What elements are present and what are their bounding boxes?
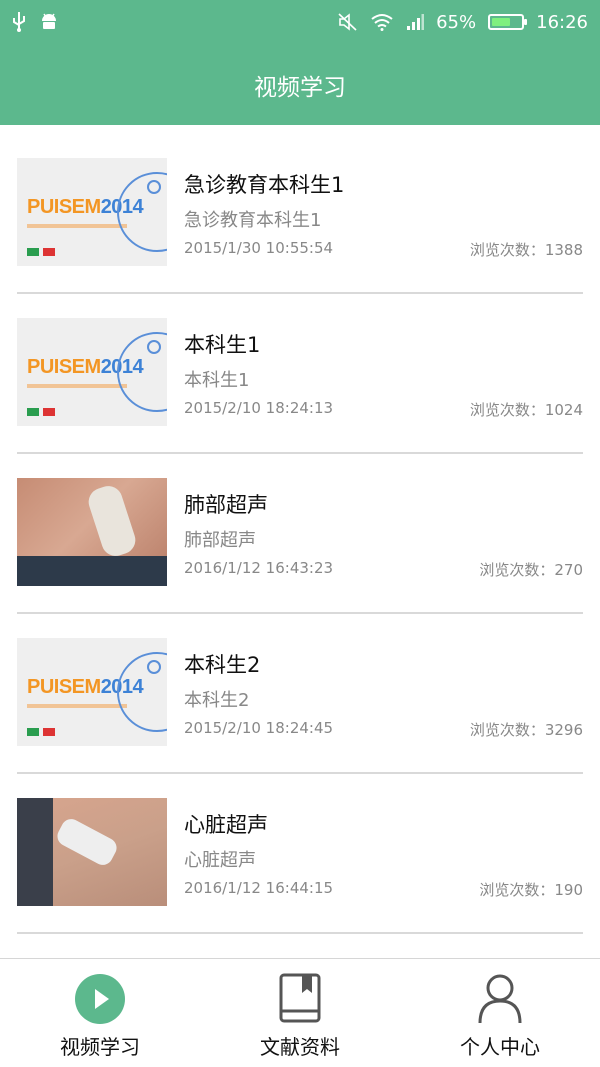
- video-title: 急诊教育本科生1: [184, 173, 345, 197]
- mute-icon: [338, 13, 358, 31]
- video-list-item[interactable]: PUISEM2014 急诊教育本科生1 急诊教育本科生1 2015/1/30 10:5…: [0, 125, 600, 294]
- bottom-tab-bar: 视频学习 文献资料 个人中心: [0, 958, 600, 1067]
- book-icon: [274, 973, 326, 1025]
- tab-label: 视频学习: [60, 1035, 140, 1059]
- battery-percent: 65%: [436, 11, 477, 33]
- video-thumbnail[interactable]: PUISEM2014: [17, 318, 167, 426]
- video-list[interactable]: PUISEM2014 急诊教育本科生1 急诊教育本科生1 2015/1/30 10:5…: [0, 125, 600, 958]
- video-subtitle: 急诊教育本科生1: [184, 210, 322, 231]
- video-list-item[interactable]: PUISEM2014 本科生2 本科生2 2015/2/10 18:24:45 浏览次数…: [0, 605, 600, 774]
- tab-personal-center[interactable]: 个人中心: [400, 959, 600, 1067]
- video-subtitle: 本科生1: [184, 370, 250, 391]
- person-icon: [474, 973, 526, 1025]
- video-view-count: 浏览次数：3296: [469, 721, 583, 739]
- video-thumbnail[interactable]: [17, 798, 167, 906]
- video-list-item[interactable]: PUISEM2014 本科生1 本科生1 2015/2/10 18:24:13 浏览次数…: [0, 285, 600, 454]
- thumbnail-subtitle-line: [27, 704, 127, 708]
- video-title: 肺部超声: [184, 493, 268, 517]
- app-header: 视频学习: [0, 44, 600, 125]
- video-view-count: 浏览次数：1024: [469, 401, 583, 419]
- video-view-count: 浏览次数：1388: [469, 241, 583, 259]
- tab-label: 个人中心: [460, 1035, 540, 1059]
- video-subtitle: 肺部超声: [184, 530, 256, 551]
- thumbnail-dot: [147, 180, 161, 194]
- video-title: 本科生2: [184, 653, 261, 677]
- thumbnail-logos: [27, 408, 67, 416]
- thumbnail-dot: [147, 660, 161, 674]
- thumbnail-subtitle-line: [27, 224, 127, 228]
- clock: 16:26: [536, 11, 588, 33]
- signal-icon: [406, 13, 425, 31]
- video-view-count: 浏览次数：270: [479, 561, 583, 579]
- battery-icon: [488, 14, 528, 30]
- divider: [17, 932, 583, 934]
- thumbnail-subtitle-line: [27, 384, 127, 388]
- usb-icon: [12, 12, 26, 32]
- video-thumbnail[interactable]: [17, 478, 167, 586]
- video-subtitle: 心脏超声: [184, 850, 256, 871]
- tab-label: 文献资料: [260, 1035, 340, 1059]
- video-timestamp: 2015/1/30 10:55:54: [184, 239, 334, 257]
- thumbnail-dot: [147, 340, 161, 354]
- video-view-count: 浏览次数：190: [479, 881, 583, 899]
- page-title: 视频学习: [254, 74, 346, 101]
- video-timestamp: 2016/1/12 16:43:23: [184, 559, 334, 577]
- tab-literature[interactable]: 文献资料: [200, 959, 400, 1067]
- status-bar: 65% 16:26: [0, 0, 600, 44]
- thumbnail-logos: [27, 248, 67, 256]
- video-timestamp: 2016/1/12 16:44:15: [184, 879, 334, 897]
- video-title: 心脏超声: [184, 813, 268, 837]
- video-subtitle: 本科生2: [184, 690, 250, 711]
- video-timestamp: 2015/2/10 18:24:13: [184, 399, 334, 417]
- android-icon: [40, 12, 58, 32]
- play-icon: [74, 973, 126, 1025]
- tab-video-learning[interactable]: 视频学习: [0, 959, 200, 1067]
- video-thumbnail[interactable]: PUISEM2014: [17, 158, 167, 266]
- video-list-item[interactable]: 心脏超声 心脏超声 2016/1/12 16:44:15 浏览次数：190: [0, 765, 600, 934]
- video-list-item[interactable]: 肺部超声 肺部超声 2016/1/12 16:43:23 浏览次数：270: [0, 445, 600, 614]
- thumbnail-logos: [27, 728, 67, 736]
- wifi-icon: [370, 13, 394, 31]
- video-timestamp: 2015/2/10 18:24:45: [184, 719, 334, 737]
- video-thumbnail[interactable]: PUISEM2014: [17, 638, 167, 746]
- video-title: 本科生1: [184, 333, 261, 357]
